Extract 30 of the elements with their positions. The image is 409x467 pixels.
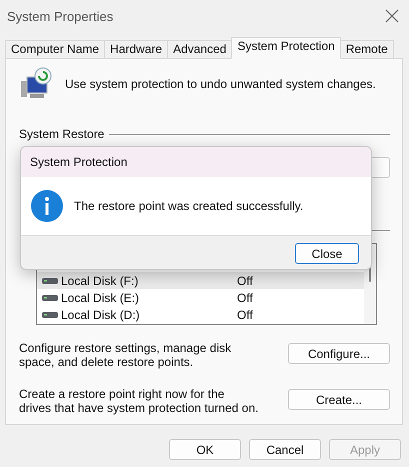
computer-restore-icon <box>19 67 53 101</box>
info-icon <box>31 190 63 222</box>
dialog-title: System Protection <box>30 155 128 169</box>
create-button[interactable]: Create... <box>288 389 390 410</box>
drive-row[interactable]: Local Disk (E:) Off <box>37 289 364 306</box>
drive-row[interactable]: Local Disk (F:) Off <box>37 272 364 289</box>
drive-name: Local Disk (F:) <box>61 274 140 288</box>
drive-icon <box>42 278 58 284</box>
drive-name: Local Disk (E:) <box>61 290 140 304</box>
tab[interactable]: Computer Name <box>5 40 106 58</box>
tab[interactable]: Remote <box>340 40 394 58</box>
dialog-button[interactable]: OK <box>169 439 241 460</box>
tab[interactable]: System Protection <box>231 37 341 59</box>
intro-text: Use system protection to undo unwanted system changes. <box>65 77 376 91</box>
dialog-message: The restore point was created successfully. <box>74 199 304 213</box>
drive-name: Local Disk (D:) <box>61 308 141 322</box>
drive-icon <box>42 312 58 318</box>
configure-button[interactable]: Configure... <box>288 343 390 364</box>
configure-text: Configure restore settings, manage disk space, and delete restore points. <box>19 341 232 369</box>
protection-status: Off <box>237 274 254 288</box>
create-text: Create a restore point right now for the drives that have system protection turned on. <box>19 387 259 415</box>
close-icon[interactable] <box>385 9 399 23</box>
protection-status: Off <box>237 290 254 304</box>
window-title: System Properties <box>7 8 114 24</box>
group-heading: System Restore <box>19 127 104 141</box>
protection-status: Off <box>237 308 254 322</box>
drive-icon <box>42 294 58 300</box>
close-button[interactable]: Close <box>295 243 359 264</box>
drive-row[interactable]: Local Disk (D:) Off <box>37 306 364 323</box>
dialog-button[interactable]: Cancel <box>249 439 321 460</box>
